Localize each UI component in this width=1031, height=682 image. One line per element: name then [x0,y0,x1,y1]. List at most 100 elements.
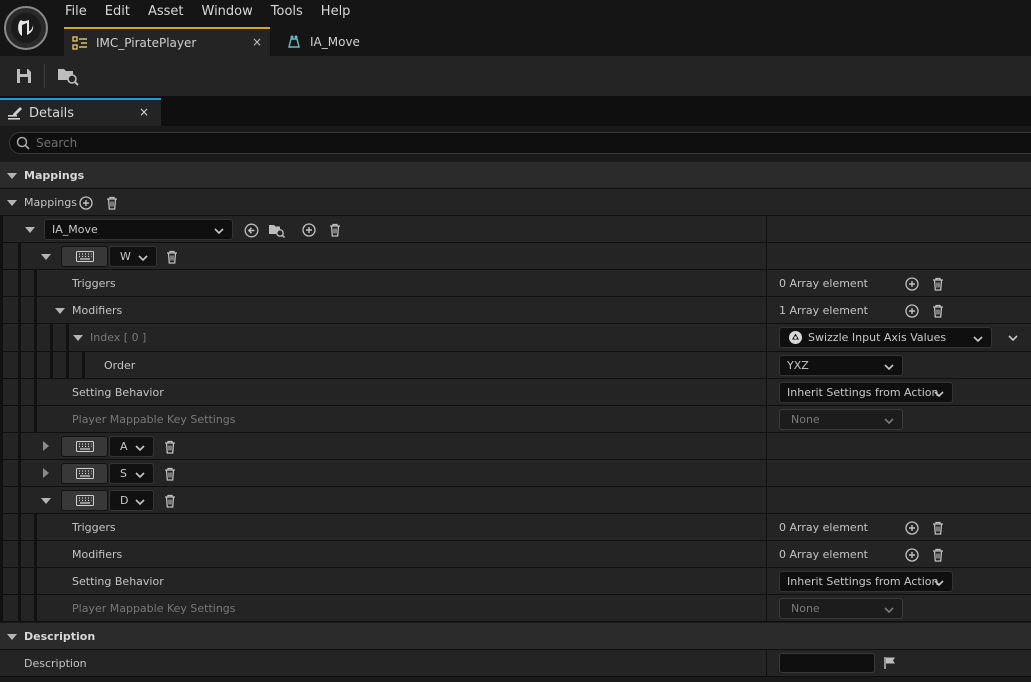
use-selected-asset-button[interactable] [243,222,259,238]
expand-arrow-icon[interactable] [43,441,49,451]
property-label: Modifiers [72,548,123,561]
flag-icon [883,656,897,670]
add-circle-icon [905,521,919,535]
input-action-dropdown[interactable]: IA_Move [44,219,233,240]
expand-arrow-icon[interactable] [43,468,49,478]
localization-flag-button[interactable] [882,655,898,671]
column-splitter[interactable] [766,433,767,460]
remove-key-button[interactable] [162,493,178,509]
column-splitter[interactable] [766,270,767,297]
column-splitter[interactable] [766,352,767,379]
clear-mappings-button[interactable] [104,195,120,211]
unreal-logo-icon[interactable] [4,6,48,50]
column-splitter[interactable] [766,541,767,568]
column-splitter[interactable] [766,650,767,677]
key-capture-button[interactable] [61,246,108,267]
indent-rail [34,352,37,379]
add-element-button[interactable] [904,303,920,319]
description-text-field[interactable] [779,653,875,673]
clear-elements-button[interactable] [930,276,946,292]
chevron-down-icon [934,575,944,594]
key-value: A [120,440,128,453]
key-mapping-row: D [0,487,1031,514]
property-value: 1 Array element [779,304,868,317]
collapse-arrow-icon[interactable] [7,634,17,640]
menu-edit[interactable]: Edit [96,0,139,24]
collapse-arrow-icon[interactable] [7,200,17,206]
add-mapping-button[interactable] [78,195,94,211]
collapse-arrow-icon[interactable] [73,335,83,341]
column-splitter[interactable] [766,406,767,433]
menu-help[interactable]: Help [312,0,360,24]
key-selector[interactable]: A [109,436,154,457]
clear-elements-button[interactable] [930,547,946,563]
panel-close-icon[interactable]: × [139,105,149,119]
category-description[interactable]: Description [0,623,1031,650]
remove-key-button[interactable] [164,249,180,265]
column-splitter[interactable] [766,324,767,352]
collapse-arrow-icon[interactable] [7,173,17,179]
browse-to-asset-button[interactable] [55,65,81,87]
column-splitter[interactable] [766,379,767,406]
column-splitter[interactable] [766,216,767,243]
save-button[interactable] [11,65,37,87]
menu-tools[interactable]: Tools [262,0,312,24]
column-splitter[interactable] [766,460,767,487]
tab-imc-pirateplayer[interactable]: IMC_PiratePlayer × [64,27,270,56]
collapse-arrow-icon[interactable] [55,308,65,314]
column-splitter[interactable] [766,297,767,324]
key-selector[interactable]: S [109,463,154,484]
order-dropdown[interactable]: YXZ [779,355,903,376]
tab-close-icon[interactable]: × [252,35,262,49]
element-options-button[interactable] [1005,330,1021,346]
column-splitter[interactable] [766,243,767,270]
indent-rail [0,379,3,406]
remove-action-button[interactable] [327,222,343,238]
indent-rail [50,324,53,352]
indent-rail [0,568,3,595]
key-capture-button[interactable] [61,490,108,511]
indent-rail [18,514,21,541]
search-icon [16,136,30,150]
add-key-button[interactable] [301,222,317,238]
tab-details[interactable]: Details × [0,98,161,126]
chevron-down-icon [884,413,894,432]
column-splitter[interactable] [766,595,767,622]
column-splitter[interactable] [766,514,767,541]
key-selector[interactable]: D [109,490,154,511]
collapse-arrow-icon[interactable] [41,254,51,260]
browse-folder-icon [268,223,285,238]
column-splitter[interactable] [766,568,767,595]
menu-window[interactable]: Window [193,0,262,24]
setting-behavior-dropdown[interactable]: Inherit Settings from Action [779,382,953,403]
add-element-button[interactable] [904,520,920,536]
key-capture-button[interactable] [61,436,108,457]
search-input[interactable] [36,136,936,150]
title-bar: File Edit Asset Window Tools Help IMC_Pi… [0,0,1031,56]
clear-elements-button[interactable] [930,303,946,319]
add-element-button[interactable] [904,547,920,563]
menu-asset[interactable]: Asset [139,0,193,24]
modifier-class-dropdown[interactable]: Swizzle Input Axis Values [779,327,992,348]
add-element-button[interactable] [904,276,920,292]
collapse-arrow-icon[interactable] [25,227,35,233]
key-capture-button[interactable] [61,463,108,484]
remove-key-button[interactable] [162,439,178,455]
collapse-arrow-icon[interactable] [41,498,51,504]
property-label: Modifiers [72,304,123,317]
property-row-setting-behavior: Setting Behavior Inherit Settings from A… [0,568,1031,595]
tab-ia-move[interactable]: IA_Move [278,27,398,56]
clear-elements-button[interactable] [930,520,946,536]
add-circle-icon [302,223,316,237]
indent-rail [18,595,21,622]
setting-behavior-dropdown[interactable]: Inherit Settings from Action [779,571,953,592]
browse-asset-button[interactable] [268,222,285,238]
column-splitter[interactable] [766,487,767,514]
menu-file[interactable]: File [56,0,96,24]
key-selector[interactable]: W [109,246,157,267]
remove-key-button[interactable] [162,466,178,482]
keyboard-icon [75,441,94,452]
indent-rail [0,541,3,568]
category-mappings[interactable]: Mappings [0,162,1031,189]
tab-label: IMC_PiratePlayer [96,35,197,50]
